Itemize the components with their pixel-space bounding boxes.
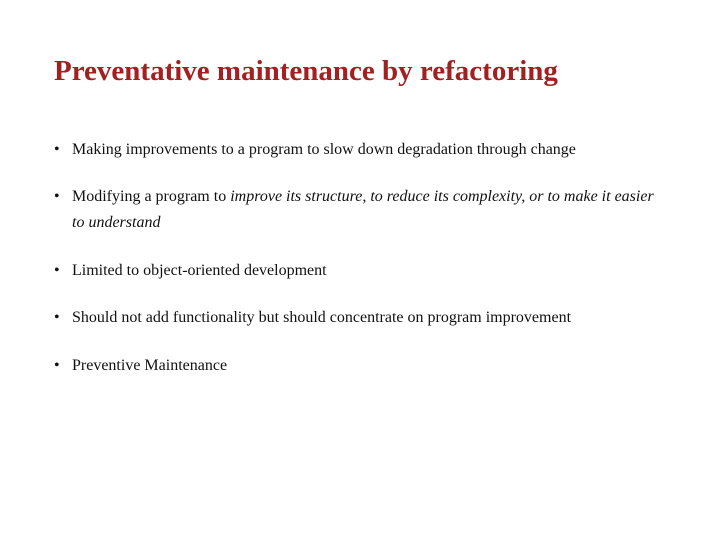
bullet-text: Limited to object-oriented development: [72, 262, 327, 279]
list-item: Should not add functionality but should …: [54, 305, 666, 331]
bullet-list: Making improvements to a program to slow…: [54, 137, 666, 379]
bullet-text: Should not add functionality but should …: [72, 309, 571, 326]
list-item: Modifying a program to improve its struc…: [54, 184, 666, 235]
slide: Preventative maintenance by refactoring …: [0, 0, 720, 540]
list-item: Limited to object-oriented development: [54, 258, 666, 284]
list-item: Preventive Maintenance: [54, 353, 666, 379]
slide-title: Preventative maintenance by refactoring: [54, 54, 666, 89]
bullet-text: Modifying a program to: [72, 188, 230, 205]
bullet-text: Making improvements to a program to slow…: [72, 141, 576, 158]
list-item: Making improvements to a program to slow…: [54, 137, 666, 163]
bullet-text: Preventive Maintenance: [72, 357, 227, 374]
